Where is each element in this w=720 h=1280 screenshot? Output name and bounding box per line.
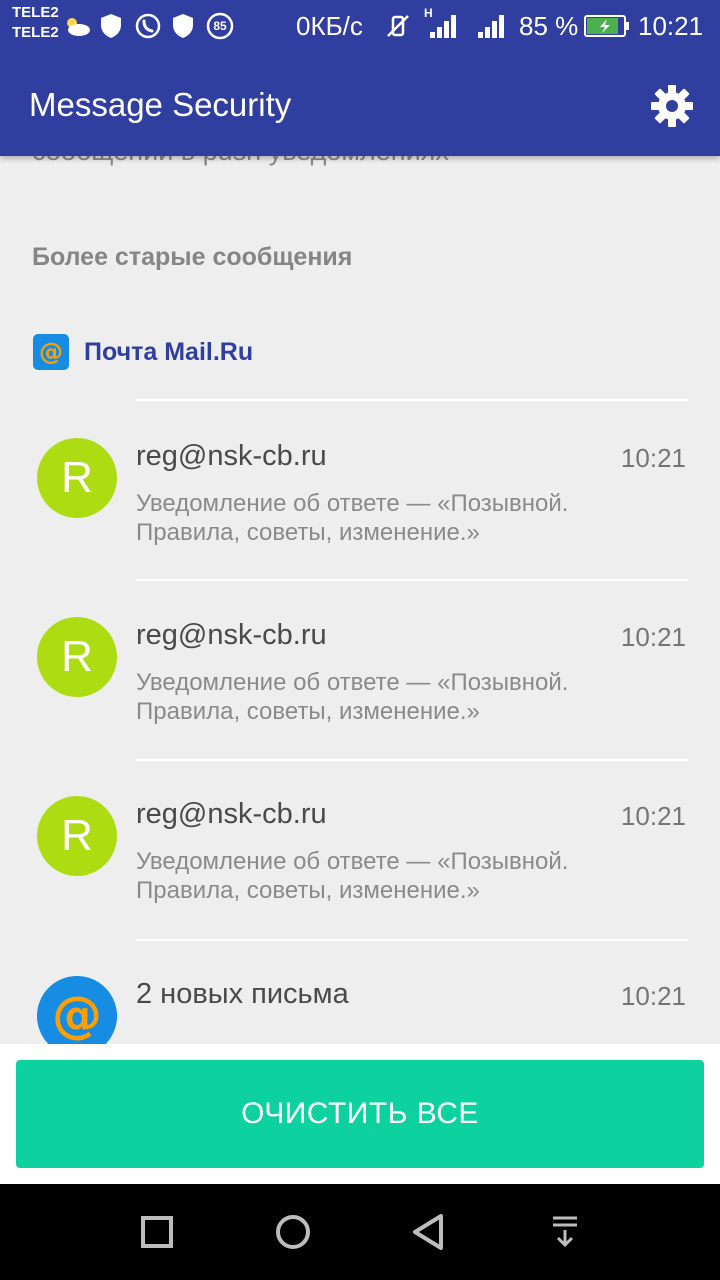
vibrate-off-icon bbox=[384, 12, 412, 40]
signal-icon bbox=[474, 12, 510, 40]
message-item[interactable]: @ 2 новых письма 10:21 bbox=[0, 938, 720, 1044]
battery-percent: 85 % bbox=[519, 11, 579, 41]
svg-text:@: @ bbox=[39, 338, 63, 366]
carrier-2-label: TELE2 bbox=[12, 24, 59, 41]
message-sender: reg@nsk-cb.ru bbox=[136, 798, 327, 830]
home-icon bbox=[276, 1215, 310, 1249]
message-sender: 2 новых письма bbox=[136, 978, 349, 1010]
home-button[interactable] bbox=[269, 1208, 317, 1256]
shield-icon bbox=[98, 12, 124, 40]
mailru-at-icon: @ bbox=[37, 976, 117, 1044]
navigation-bar bbox=[0, 1184, 720, 1280]
app-bar: Message Security bbox=[0, 52, 720, 156]
message-sender: reg@nsk-cb.ru bbox=[136, 619, 327, 651]
recent-apps-icon bbox=[141, 1216, 173, 1248]
notifications-pull-icon bbox=[553, 1216, 577, 1248]
notifications-pull-button[interactable] bbox=[541, 1208, 589, 1256]
message-item[interactable]: R reg@nsk-cb.ru 10:21 Уведомление об отв… bbox=[0, 579, 720, 757]
message-sender: reg@nsk-cb.ru bbox=[136, 440, 327, 472]
footer: ОЧИСТИТЬ ВСЕ bbox=[0, 1044, 720, 1184]
shield-icon bbox=[170, 12, 196, 40]
network-speed: 0КБ/с bbox=[296, 11, 363, 41]
section-title: Более старые сообщения bbox=[32, 243, 353, 271]
carrier-1-label: TELE2 bbox=[12, 4, 59, 21]
app-name: Почта Mail.Ru bbox=[84, 337, 254, 366]
back-icon bbox=[413, 1214, 443, 1250]
network-type: H bbox=[424, 6, 433, 20]
mailru-at-icon: @ bbox=[33, 334, 69, 370]
badge-85-icon: 85 bbox=[206, 12, 234, 40]
message-preview: Уведомление об ответе — «Позывной. Прави… bbox=[136, 848, 569, 904]
message-item[interactable]: R reg@nsk-cb.ru 10:21 Уведомление об отв… bbox=[0, 400, 720, 578]
recent-apps-button[interactable] bbox=[133, 1208, 181, 1256]
back-button[interactable] bbox=[405, 1208, 453, 1256]
notification-badge-text: 85 bbox=[213, 19, 227, 33]
message-time: 10:21 bbox=[620, 801, 686, 831]
clear-all-button[interactable]: ОЧИСТИТЬ ВСЕ bbox=[16, 1060, 704, 1168]
message-time: 10:21 bbox=[620, 981, 686, 1011]
settings-button[interactable] bbox=[648, 82, 696, 130]
weather-icon bbox=[62, 12, 92, 40]
phone-icon bbox=[134, 12, 162, 40]
message-time: 10:21 bbox=[620, 443, 686, 473]
message-preview: Уведомление об ответе — «Позывной. Прави… bbox=[136, 490, 569, 546]
message-preview: Уведомление об ответе — «Позывной. Прави… bbox=[136, 669, 569, 725]
gear-icon bbox=[651, 85, 693, 127]
app-title: Message Security bbox=[29, 86, 292, 123]
app-group-header: @ Почта Mail.Ru bbox=[32, 332, 253, 372]
notification-list[interactable]: сообщений в push уведомлениях Более стар… bbox=[0, 156, 720, 1044]
message-time: 10:21 bbox=[620, 622, 686, 652]
avatar: R bbox=[37, 617, 117, 697]
message-item[interactable]: R reg@nsk-cb.ru 10:21 Уведомление об отв… bbox=[0, 758, 720, 936]
battery-charging-icon bbox=[584, 12, 630, 40]
avatar: R bbox=[37, 796, 117, 876]
cut-off-text: сообщений в push уведомлениях bbox=[32, 156, 449, 168]
clock: 10:21 bbox=[638, 11, 704, 41]
avatar: R bbox=[37, 438, 117, 518]
svg-text:@: @ bbox=[52, 986, 102, 1044]
status-bar: TELE2 TELE2 85 0КБ/с H 85 % 10:21 bbox=[0, 0, 720, 52]
